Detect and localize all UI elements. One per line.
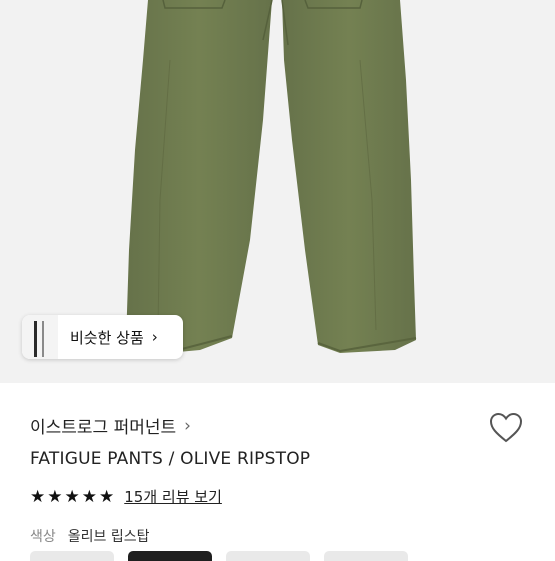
product-image[interactable]: 비슷한 상품 › [0, 0, 555, 383]
star-icon: ★ [99, 486, 115, 507]
star-icon: ★ [30, 486, 46, 507]
brand-name: 이스트로그 퍼머넌트 [30, 418, 177, 438]
similar-thumbnail [22, 315, 58, 359]
option-chip[interactable] [226, 551, 310, 561]
similar-products-label: 비슷한 상품 [70, 328, 144, 347]
star-icon: ★ [81, 486, 97, 507]
color-value: 올리브 립스탑 [67, 529, 150, 545]
review-link[interactable]: 15개 리뷰 보기 [124, 486, 222, 507]
color-label: 색상 [30, 529, 56, 545]
option-chips [30, 551, 422, 561]
rating-stars: ★ ★ ★ ★ ★ [30, 487, 116, 507]
color-row: 색상 올리브 립스탑 [30, 526, 150, 546]
option-chip[interactable] [30, 551, 114, 561]
option-chip[interactable] [128, 551, 212, 561]
star-icon: ★ [47, 486, 63, 507]
brand-link[interactable]: 이스트로그 퍼머넌트 › [30, 413, 191, 439]
chevron-right-icon: › [151, 328, 158, 346]
product-name: FATIGUE PANTS / OLIVE RIPSTOP [30, 449, 311, 469]
chevron-right-icon: › [184, 415, 191, 436]
similar-products-button[interactable]: 비슷한 상품 › [22, 315, 183, 359]
star-icon: ★ [64, 486, 80, 507]
heart-icon[interactable] [488, 410, 524, 446]
rating-row: ★ ★ ★ ★ ★ 15개 리뷰 보기 [30, 486, 222, 507]
option-chip[interactable] [324, 551, 408, 561]
